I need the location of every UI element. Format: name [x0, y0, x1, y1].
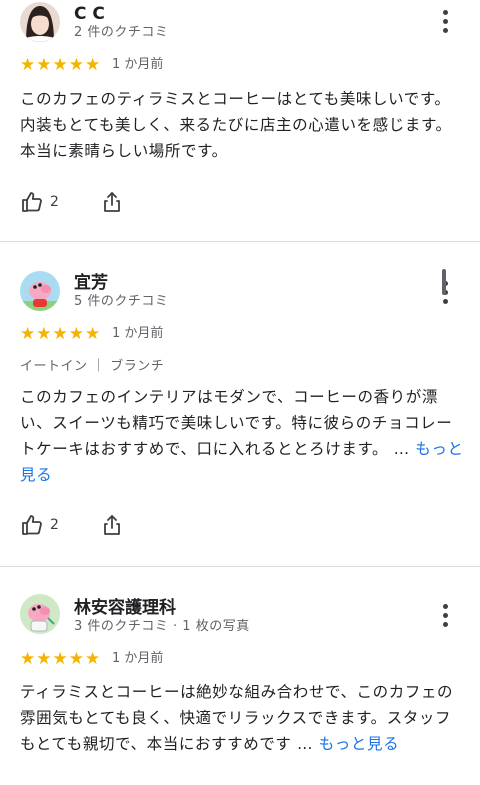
- reviewer-name[interactable]: 林安容護理科: [74, 598, 176, 618]
- star-icon: ★: [52, 324, 68, 344]
- star-icon: ★: [85, 324, 101, 344]
- reviewer-avatar[interactable]: [20, 594, 60, 634]
- star-icon: ★: [36, 324, 52, 344]
- like-button[interactable]: 2: [20, 190, 59, 214]
- share-icon: [104, 515, 120, 535]
- review-text-content: このカフェのインテリアはモダンで、コーヒーの香りが漂い、スイーツも精巧で美味しい…: [20, 388, 453, 458]
- review-card-2: 宜芳 5 件のクチコミ ★ ★ ★ ★ ★ 1 か月前 イートイン ｜ ブランチ このカ…: [0, 243, 480, 563]
- review-text: このカフェのティラミスとコーヒーはとても美味しいです。内装もとても美しく、来るた…: [20, 86, 466, 164]
- star-icon: ★: [85, 55, 101, 75]
- share-button[interactable]: [100, 513, 124, 537]
- scrollbar-thumb[interactable]: [442, 269, 446, 295]
- review-card-3: 林安容護理科 3 件のクチコミ · 1 枚の写真 ★ ★ ★ ★ ★ 1 か月前 ティラ…: [0, 568, 480, 785]
- review-time: 1 か月前: [112, 326, 164, 341]
- share-icon: [104, 192, 120, 212]
- star-icon: ★: [20, 55, 36, 75]
- reviewer-review-count: 3 件のクチコミ · 1 枚の写真: [74, 619, 250, 634]
- review-time: 1 か月前: [112, 57, 164, 72]
- star-icon: ★: [68, 324, 84, 344]
- reviewer-name[interactable]: C C: [74, 4, 105, 24]
- more-options-icon[interactable]: [434, 6, 456, 36]
- more-options-icon[interactable]: [434, 600, 456, 630]
- review-text-content: このカフェのティラミスとコーヒーはとても美味しいです。内装もとても美しく、来るた…: [20, 90, 452, 160]
- like-count: 2: [50, 194, 59, 210]
- star-rating: ★ ★ ★ ★ ★: [20, 56, 100, 74]
- star-icon: ★: [20, 649, 36, 669]
- reviewer-name[interactable]: 宜芳: [74, 273, 108, 293]
- more-link[interactable]: もっと見る: [319, 735, 400, 753]
- star-icon: ★: [20, 324, 36, 344]
- share-button[interactable]: [100, 190, 124, 214]
- reviewer-avatar[interactable]: [20, 2, 60, 42]
- star-icon: ★: [68, 649, 84, 669]
- thumbs-up-icon: [22, 515, 42, 535]
- star-icon: ★: [52, 649, 68, 669]
- review-time: 1 か月前: [112, 651, 164, 666]
- like-button[interactable]: 2: [20, 513, 59, 537]
- thumbs-up-icon: [22, 192, 42, 212]
- review-text: このカフェのインテリアはモダンで、コーヒーの香りが漂い、スイーツも精巧で美味しい…: [20, 384, 466, 488]
- star-rating: ★ ★ ★ ★ ★: [20, 650, 100, 668]
- star-rating: ★ ★ ★ ★ ★: [20, 325, 100, 343]
- star-icon: ★: [85, 649, 101, 669]
- visit-tags: イートイン ｜ ブランチ: [20, 359, 165, 374]
- star-icon: ★: [36, 649, 52, 669]
- reviewer-avatar[interactable]: [20, 271, 60, 311]
- star-icon: ★: [68, 55, 84, 75]
- review-divider: [0, 566, 480, 567]
- star-icon: ★: [36, 55, 52, 75]
- star-icon: ★: [52, 55, 68, 75]
- reviewer-review-count: 5 件のクチコミ: [74, 294, 169, 309]
- like-count: 2: [50, 517, 59, 533]
- review-divider: [0, 241, 480, 242]
- review-text: ティラミスとコーヒーは絶妙な組み合わせで、このカフェの雰囲気もとても良く、快適で…: [20, 679, 466, 757]
- review-card-1: C C 2 件のクチコミ ★ ★ ★ ★ ★ 1 か月前 このカフェのティラミスとコーヒ…: [0, 0, 480, 240]
- reviewer-review-count: 2 件のクチコミ: [74, 25, 169, 40]
